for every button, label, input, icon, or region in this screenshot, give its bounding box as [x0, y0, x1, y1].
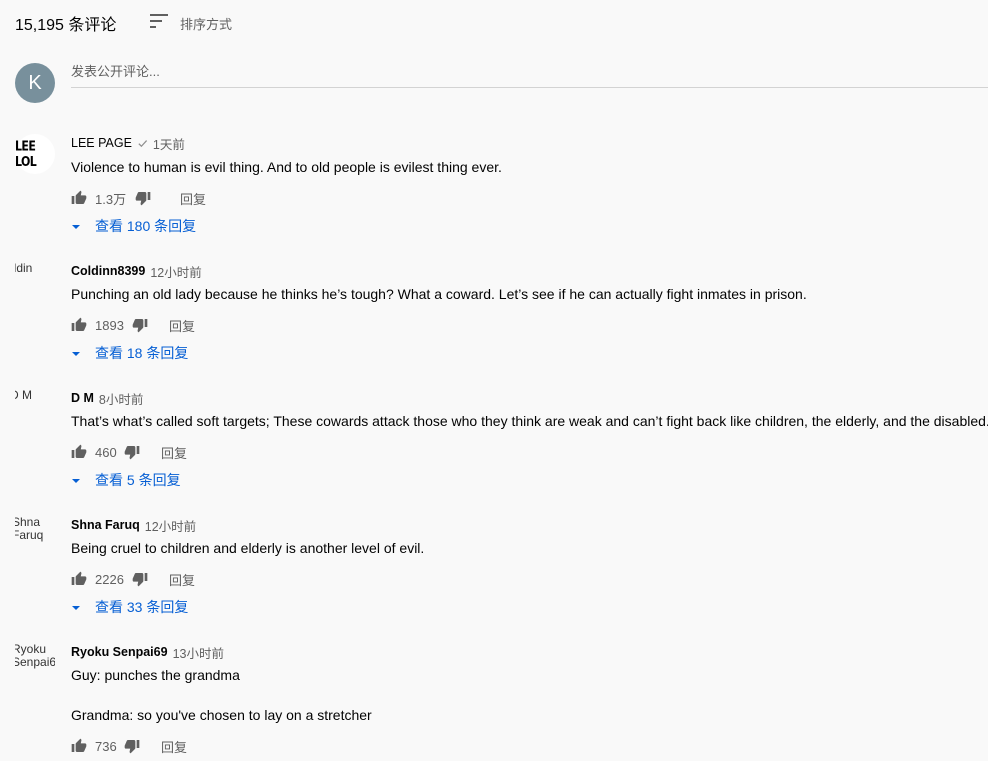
sort-menu-button[interactable]: 排序方式 [150, 14, 232, 33]
caret-down-icon [71, 598, 81, 616]
thumbs-up-icon[interactable] [71, 571, 87, 587]
avatar-logo-text: LEE LOL [15, 138, 37, 170]
view-replies-label: 查看 5 条回复 [95, 472, 181, 488]
like-count: 736 [95, 738, 117, 754]
reply-button[interactable]: 回复 [169, 316, 195, 335]
comment-text: That’s what’s called soft targets; These… [71, 413, 988, 429]
sort-label: 排序方式 [180, 17, 233, 32]
timestamp[interactable]: 8小时前 [99, 389, 143, 408]
comment-text: Being cruel to children and elderly is a… [71, 540, 425, 556]
view-replies-button[interactable]: 查看 18 条回复 [71, 343, 188, 363]
author-name[interactable]: D M [71, 391, 94, 405]
caret-down-icon [71, 344, 81, 362]
avatar[interactable]: LEE LOL [15, 134, 55, 174]
thumbs-down-icon[interactable] [135, 190, 151, 206]
author-name[interactable]: Shna Faruq [71, 518, 140, 532]
like-count: 460 [95, 444, 117, 460]
comment-count: 15,195 条评论 [15, 17, 117, 34]
avatar-alt-text: D M [15, 389, 32, 402]
comment-text: Violence to human is evil thing. And to … [71, 159, 502, 175]
avatar[interactable]: Ryoku Senpai6 [15, 643, 55, 683]
timestamp[interactable]: 12小时前 [145, 516, 196, 535]
like-count: 2226 [95, 571, 124, 587]
thumbs-down-icon[interactable] [132, 571, 148, 587]
timestamp[interactable]: 1天前 [153, 134, 185, 153]
thumbs-down-icon[interactable] [132, 317, 148, 333]
view-replies-label: 查看 180 条回复 [95, 218, 197, 234]
thumbs-up-icon[interactable] [71, 444, 87, 460]
comment-actions: 2226 回复 [71, 569, 195, 589]
author-name[interactable]: Coldinn8399 [71, 264, 145, 278]
sort-icon [150, 14, 168, 33]
comment-actions: 1893 回复 [71, 315, 195, 335]
avatar-alt-text: Ryoku Senpai6 [15, 643, 55, 669]
comment-text: Grandma: so you've chosen to lay on a st… [71, 707, 372, 723]
reply-button[interactable]: 回复 [169, 570, 195, 589]
avatar-alt-text: Shna Faruq [15, 516, 44, 542]
thumbs-up-icon[interactable] [71, 738, 87, 754]
comment-header: Coldinn8399 12小时前 [71, 262, 202, 280]
avatar-logo: LEE LOL [15, 134, 55, 174]
comment-header: D M 8小时前 [71, 389, 143, 407]
thumbs-up-icon[interactable] [71, 317, 87, 333]
avatar[interactable]: Shna Faruq [15, 516, 55, 556]
comment-actions: 460 回复 [71, 442, 187, 462]
comments-header: 15,195 条评论 [15, 12, 116, 34]
avatar[interactable]: K [15, 63, 55, 103]
avatar[interactable]: D M [15, 389, 55, 429]
comment-text: Punching an old lady because he thinks h… [71, 286, 807, 302]
comment-input[interactable]: 发表公开评论... [71, 63, 988, 88]
view-replies-button[interactable]: 查看 33 条回复 [71, 597, 188, 617]
view-replies-label: 查看 33 条回复 [95, 599, 189, 615]
avatar-alt-text: oldin [15, 262, 33, 275]
view-replies-button[interactable]: 查看 180 条回复 [71, 216, 196, 236]
verified-check-icon [137, 138, 148, 149]
like-count: 1893 [95, 317, 124, 333]
author-name[interactable]: Ryoku Senpai69 [71, 645, 168, 659]
comment-header: LEE PAGE 1天前 [71, 134, 185, 152]
view-replies-button[interactable]: 查看 5 条回复 [71, 470, 181, 490]
comment-header: Ryoku Senpai69 13小时前 [71, 643, 224, 661]
author-name[interactable]: LEE PAGE [71, 136, 132, 150]
view-replies-label: 查看 18 条回复 [95, 345, 189, 361]
timestamp[interactable]: 13小时前 [173, 643, 224, 662]
comment-header: Shna Faruq 12小时前 [71, 516, 196, 534]
comment-text: Guy: punches the grandma [71, 667, 240, 683]
caret-down-icon [71, 471, 81, 489]
reply-button[interactable]: 回复 [180, 189, 206, 208]
reply-button[interactable]: 回复 [161, 737, 187, 756]
thumbs-up-icon[interactable] [71, 190, 87, 206]
new-comment-box: K 发表公开评论... [15, 63, 988, 103]
thumbs-down-icon[interactable] [124, 738, 140, 754]
avatar[interactable]: oldin [15, 262, 55, 302]
comment-actions: 736 回复 [71, 736, 187, 756]
like-count: 1.3万 [95, 191, 127, 207]
reply-button[interactable]: 回复 [161, 443, 187, 462]
caret-down-icon [71, 217, 81, 235]
thumbs-down-icon[interactable] [124, 444, 140, 460]
timestamp[interactable]: 12小时前 [150, 262, 201, 281]
comment-actions: 1.3万 回复 [71, 188, 206, 208]
